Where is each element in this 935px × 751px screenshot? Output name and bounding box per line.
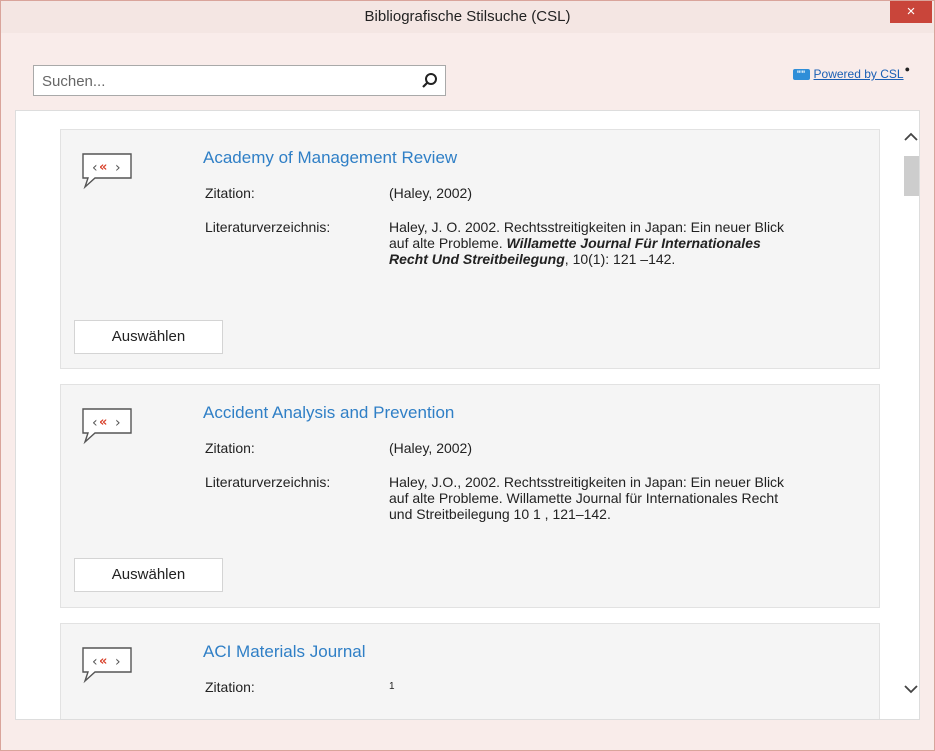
bibliography-pages: , 10(1): 121 –142. — [564, 251, 676, 267]
search-box — [33, 65, 446, 97]
svg-text:‹: ‹ — [92, 654, 98, 670]
svg-text:«: « — [99, 415, 107, 430]
powered-by-link[interactable]: Powered by CSL — [814, 67, 904, 81]
svg-text:›: › — [115, 415, 121, 431]
citation-label: Zitation: — [205, 440, 255, 456]
bibliography-label: Literaturverzeichnis: — [205, 474, 331, 490]
scroll-thumb[interactable] — [904, 156, 919, 196]
style-card: ‹ « › ACI Materials Journal Zitation: 1 — [60, 623, 880, 719]
style-card: ‹ « › Accident Analysis and Prevention Z… — [60, 384, 880, 608]
svg-text:‹: ‹ — [92, 415, 98, 431]
close-button[interactable]: × — [890, 1, 932, 23]
svg-text:«: « — [99, 160, 107, 175]
title-bar: Bibliografische Stilsuche (CSL) × — [1, 1, 934, 33]
scroll-up-button[interactable] — [901, 125, 919, 149]
dialog-window: Bibliografische Stilsuche (CSL) × "" Pow… — [0, 0, 935, 751]
select-button[interactable]: Auswählen — [74, 320, 223, 354]
chevron-down-icon — [904, 685, 918, 694]
citation-label: Zitation: — [205, 679, 255, 695]
csl-logo-icon: "" — [792, 68, 810, 80]
citation-bubble-icon: ‹ « › — [82, 647, 132, 684]
svg-text:‹: ‹ — [92, 160, 98, 176]
citation-label: Zitation: — [205, 185, 255, 201]
window-title: Bibliografische Stilsuche (CSL) — [364, 8, 571, 25]
citation-bubble-icon: ‹ « › — [82, 153, 132, 190]
search-icon[interactable] — [421, 72, 439, 90]
chevron-up-icon — [904, 132, 918, 141]
style-card: ‹ « › Academy of Management Review Zitat… — [60, 129, 880, 369]
bibliography-value: Haley, J. O. 2002. Rechtsstreitigkeiten … — [389, 219, 799, 267]
powered-by-csl[interactable]: "" Powered by CSL ● — [792, 64, 910, 83]
search-input[interactable] — [40, 66, 414, 97]
citation-bubble-icon: ‹ « › — [82, 408, 132, 445]
citation-value: 1 — [389, 681, 395, 692]
bibliography-label: Literaturverzeichnis: — [205, 219, 331, 235]
external-link-icon: ● — [904, 64, 910, 74]
svg-text:«: « — [99, 654, 107, 669]
scroll-down-button[interactable] — [901, 677, 919, 701]
svg-text:›: › — [115, 654, 121, 670]
svg-text:›: › — [115, 160, 121, 176]
vertical-scrollbar[interactable] — [901, 111, 919, 719]
style-title[interactable]: ACI Materials Journal — [203, 642, 366, 662]
style-title[interactable]: Academy of Management Review — [203, 148, 457, 168]
style-title[interactable]: Accident Analysis and Prevention — [203, 403, 454, 423]
citation-value: (Haley, 2002) — [389, 185, 473, 201]
citation-value: (Haley, 2002) — [389, 440, 473, 456]
bibliography-value: Haley, J.O., 2002. Rechtsstreitigkeiten … — [389, 474, 785, 522]
select-button[interactable]: Auswählen — [74, 558, 223, 592]
style-list: ‹ « › Academy of Management Review Zitat… — [15, 110, 920, 720]
